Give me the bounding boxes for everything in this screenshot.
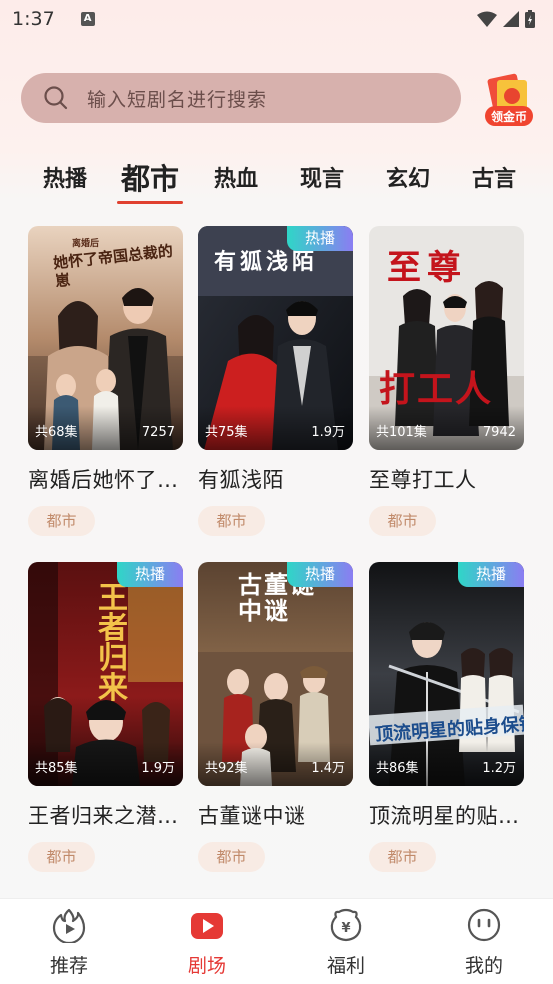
drama-card[interactable]: 顶流明星的贴身保镖 热播 共86集 1.2万 顶流明星的贴… 都市 [369, 562, 524, 872]
status-time: 1:37 [12, 8, 55, 30]
face-icon [467, 908, 501, 942]
poster-title-art-2: 打工人 [379, 368, 494, 410]
drama-poster[interactable]: 离婚后 她怀了帝国总裁的崽 共68集 7257 [28, 226, 183, 450]
view-count: 7942 [482, 425, 516, 440]
drama-poster[interactable]: 顶流明星的贴身保镖 热播 共86集 1.2万 [369, 562, 524, 786]
notification-icon: A [80, 12, 95, 26]
drama-poster[interactable]: 王者归来 热播 共85集 1.9万 [28, 562, 183, 786]
search-bar[interactable]: 输入短剧名进行搜索 [21, 73, 461, 123]
genre-tag: 都市 [369, 842, 436, 872]
genre-tag: 都市 [369, 506, 436, 536]
poster-title-art: 王者归来 [98, 581, 128, 706]
nav-profile[interactable]: 我的 [444, 907, 524, 978]
poster-title-art: 至尊 [387, 248, 467, 288]
drama-title[interactable]: 王者归来之潜… [28, 800, 183, 830]
battery-icon [525, 10, 535, 28]
nav-theater[interactable]: 剧场 [167, 907, 247, 978]
claim-coins-button[interactable]: 领金币 [481, 72, 535, 130]
active-tab-indicator [117, 201, 183, 204]
status-icons [477, 10, 535, 28]
genre-tag: 都市 [28, 506, 95, 536]
episode-count: 共86集 [376, 761, 419, 776]
drama-title[interactable]: 离婚后她怀了… [28, 464, 183, 494]
tab-hot[interactable]: 热播 [32, 148, 98, 206]
genre-tag: 都市 [198, 506, 265, 536]
yuan-piggy-icon: ¥ [330, 908, 362, 942]
view-count: 1.9万 [311, 425, 345, 440]
hot-badge: 热播 [117, 562, 183, 587]
episode-count: 共92集 [205, 761, 248, 776]
drama-title[interactable]: 有狐浅陌 [198, 464, 353, 494]
episode-count: 共75集 [205, 425, 248, 440]
tab-city[interactable]: 都市 [115, 148, 185, 206]
drama-title[interactable]: 古董谜中谜 [198, 800, 353, 830]
signal-icon [503, 11, 519, 27]
episode-count: 共101集 [376, 425, 427, 440]
status-bar: 1:37 A [0, 0, 553, 38]
drama-card[interactable]: 至尊 打工人 共101集 7942 至尊打工人 都市 [369, 226, 524, 536]
drama-card[interactable]: 离婚后 她怀了帝国总裁的崽 共68集 7257 离婚后她怀了… 都市 [28, 226, 183, 536]
view-count: 7257 [141, 425, 175, 440]
drama-poster[interactable]: 有狐浅陌 热播 共75集 1.9万 [198, 226, 353, 450]
wifi-icon [477, 11, 497, 27]
nav-recommend[interactable]: 推荐 [29, 907, 109, 978]
nav-label: 剧场 [187, 955, 226, 977]
drama-title[interactable]: 顶流明星的贴… [369, 800, 524, 830]
view-count: 1.2万 [482, 761, 516, 776]
episode-count: 共68集 [35, 425, 78, 440]
view-count: 1.4万 [311, 761, 345, 776]
drama-card[interactable]: 有狐浅陌 热播 共75集 1.9万 有狐浅陌 都市 [198, 226, 353, 536]
view-count: 1.9万 [141, 761, 175, 776]
hot-badge: 热播 [458, 562, 524, 587]
episode-count: 共85集 [35, 761, 78, 776]
drama-poster[interactable]: 古董谜中谜 热播 共92集 1.4万 [198, 562, 353, 786]
category-tabs: 热播 都市 热血 现言 玄幻 古言 [0, 148, 553, 206]
drama-card[interactable]: 古董谜中谜 热播 共92集 1.4万 古董谜中谜 都市 [198, 562, 353, 872]
search-icon [44, 86, 68, 110]
nav-label: 福利 [326, 955, 365, 977]
nav-label: 推荐 [49, 955, 88, 977]
tab-modern-romance[interactable]: 现言 [289, 148, 355, 206]
bottom-nav: 推荐 剧场 ¥ 福利 我的 [0, 898, 553, 984]
nav-benefits[interactable]: ¥ 福利 [306, 907, 386, 978]
play-flame-icon [52, 908, 86, 943]
drama-title[interactable]: 至尊打工人 [369, 464, 524, 494]
tab-fantasy[interactable]: 玄幻 [375, 148, 441, 206]
nav-label: 我的 [464, 955, 503, 977]
poster-subtitle-art: 离婚后 [72, 239, 100, 249]
svg-text:¥: ¥ [341, 921, 350, 936]
hot-badge: 热播 [287, 562, 353, 587]
tab-action[interactable]: 热血 [203, 148, 269, 206]
hot-badge: 热播 [287, 226, 353, 251]
drama-card[interactable]: 王者归来 热播 共85集 1.9万 王者归来之潜… 都市 [28, 562, 183, 872]
tab-ancient-romance[interactable]: 古言 [461, 148, 527, 206]
coin-label: 领金币 [490, 110, 527, 124]
drama-poster[interactable]: 至尊 打工人 共101集 7942 [369, 226, 524, 450]
search-placeholder: 输入短剧名进行搜索 [87, 88, 268, 111]
genre-tag: 都市 [198, 842, 265, 872]
theater-play-icon [191, 913, 223, 939]
genre-tag: 都市 [28, 842, 95, 872]
